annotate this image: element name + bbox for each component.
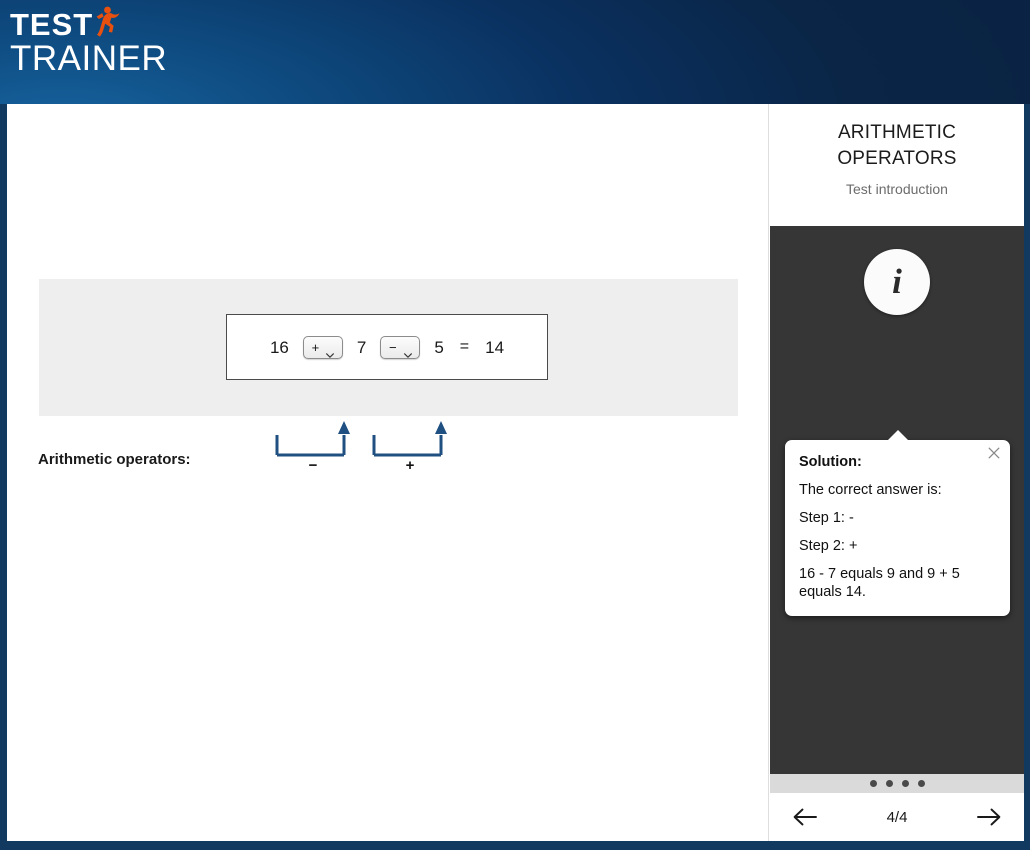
- equation-term-3: 5: [434, 337, 444, 357]
- tooltip-line-1: The correct answer is:: [799, 482, 942, 498]
- tooltip-heading: Solution:: [799, 454, 862, 470]
- equation-term-1: 16: [269, 337, 289, 357]
- app-header: TEST TRAINER: [0, 0, 1030, 104]
- info-icon[interactable]: i: [864, 249, 930, 315]
- page-counter: 4/4: [886, 808, 908, 826]
- chevron-down-icon: [403, 345, 412, 358]
- tooltip-line-2: Step 1: -: [799, 510, 854, 526]
- panel-body: i Solution: The correct answer is: Step …: [770, 226, 1024, 774]
- close-icon[interactable]: [986, 445, 1002, 461]
- annotation-bracket-1: [274, 421, 352, 457]
- brand-logo-line2: TRAINER: [10, 39, 168, 78]
- progress-dot[interactable]: [901, 780, 909, 787]
- question-panel: 16 + 7 − 5 = 14: [39, 279, 738, 416]
- annotation-label-2: +: [405, 457, 415, 474]
- operator-select-2-value: −: [389, 339, 397, 355]
- progress-dot[interactable]: [917, 780, 925, 787]
- panel-title: ARITHMETIC OPERATORS: [837, 122, 957, 169]
- progress-dots[interactable]: [770, 774, 1024, 793]
- equals-sign: =: [459, 338, 470, 355]
- exercise-area: 16 + 7 − 5 = 14 − + Arithmetic operators…: [7, 104, 769, 841]
- tooltip-arrow: [886, 430, 909, 441]
- equation-term-2: 7: [356, 337, 367, 357]
- progress-dot[interactable]: [885, 780, 893, 787]
- annotation-label-1: −: [308, 457, 318, 474]
- brand-logo[interactable]: TEST TRAINER: [10, 6, 168, 78]
- brand-logo-text-test: TEST: [10, 7, 94, 42]
- arrow-left-icon[interactable]: [792, 806, 818, 828]
- tooltip-line-3: Step 2: +: [799, 538, 858, 554]
- panel-header: ARITHMETIC OPERATORS Test introduction: [770, 104, 1024, 226]
- page-container: 16 + 7 − 5 = 14 − + Arithmetic operators…: [7, 104, 1024, 841]
- equation-box: 16 + 7 − 5 = 14: [226, 314, 548, 380]
- annotation-bracket-2: [371, 421, 449, 457]
- equation-result: 14: [485, 337, 505, 357]
- app-window: TEST TRAINER 16 + 7 − 5 = 14 − + Arithme…: [0, 0, 1030, 850]
- brand-logo-line1: TEST: [10, 6, 167, 42]
- operator-select-1[interactable]: +: [302, 335, 343, 359]
- side-panel: ARITHMETIC OPERATORS Test introduction i…: [770, 104, 1024, 841]
- operator-select-1-value: +: [311, 339, 320, 355]
- tooltip-line-4: 16 - 7 equals 9 and 9 + 5 equals 14.: [799, 566, 960, 600]
- operator-select-2[interactable]: −: [380, 335, 421, 359]
- runner-figure-icon: [94, 5, 120, 39]
- solution-tooltip: Solution: The correct answer is: Step 1:…: [785, 430, 1010, 616]
- panel-subtitle: Test introduction: [846, 181, 948, 197]
- operators-label: Arithmetic operators:: [38, 451, 191, 468]
- progress-dot[interactable]: [869, 780, 877, 787]
- arrow-right-icon[interactable]: [976, 806, 1002, 828]
- info-glyph: i: [892, 261, 902, 301]
- panel-navigation: 4/4: [770, 793, 1024, 841]
- chevron-down-icon: [326, 345, 335, 358]
